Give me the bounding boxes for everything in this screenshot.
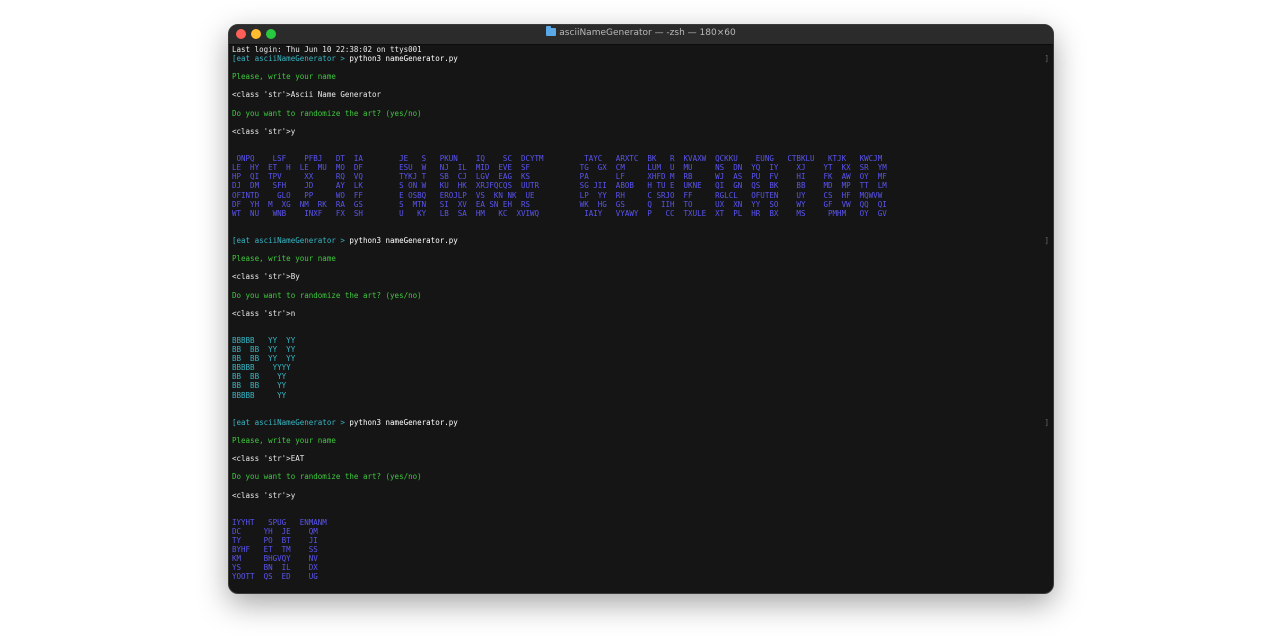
art-line: HP QI TPV XX RQ VQ TYKJ T SB CJ LGV EAG … — [232, 172, 887, 182]
art-line: BBBBB YY YY — [232, 336, 296, 345]
window-title-text: asciiNameGenerator — -zsh — 180×60 — [559, 28, 736, 38]
art-line: BB BB YY YY — [232, 345, 296, 355]
ascii-art-block: BBBBB YY YY BB BB YY YY BB BB YY YY BBBB… — [232, 336, 1045, 400]
art-line: IYYHT SPUG ENMANM — [232, 517, 327, 527]
art-line: ONPQ LSF PFBJ DT IA JE S PKUN IQ SC DCYT… — [232, 154, 883, 164]
name-echo-line: <class 'str'>EAT — [232, 454, 305, 464]
art-line: DF YH M XG NM RK RA GS S MTN SI XV EA SN… — [232, 199, 887, 209]
ask-name-line: Please, write your name — [232, 72, 336, 82]
prompt-text: [eat asciiNameGenerator > — [232, 54, 350, 64]
art-line: TY PO BT JI — [232, 536, 318, 546]
art-line: DC YH JE QM — [232, 526, 318, 536]
art-line: BB BB YY YY — [232, 354, 296, 364]
random-echo-line: <class 'str'>y — [232, 126, 296, 136]
prompt-text: [eat asciiNameGenerator > — [232, 417, 350, 427]
session-1: [eat asciiNameGenerator > python3 nameGe… — [232, 54, 1049, 236]
folder-icon — [546, 26, 557, 36]
ask-random-line: Do you want to randomize the art? (yes/n… — [232, 108, 422, 118]
command-text: python3 nameGenerator.py — [349, 235, 458, 245]
mark-bracket: ] — [1044, 54, 1049, 64]
session-2: [eat asciiNameGenerator > python3 nameGe… — [232, 235, 1049, 418]
random-echo-line: <class 'str'>n — [232, 308, 296, 318]
terminal-window[interactable]: asciiNameGenerator — -zsh — 180×60 Last … — [228, 24, 1054, 594]
art-line: DJ DM SFH JD AY LK S ON W KU HK XRJFQCQS… — [232, 181, 887, 191]
prompt-line: [eat asciiNameGenerator > python3 nameGe… — [232, 235, 1049, 245]
art-line: BB BB YY — [232, 372, 287, 382]
ask-random-line: Do you want to randomize the art? (yes/n… — [232, 472, 422, 482]
ascii-art-block: IYYHT SPUG ENMANM DC YH JE QM TY PO BT J… — [232, 518, 1045, 582]
title-bar[interactable]: asciiNameGenerator — -zsh — 180×60 — [229, 25, 1053, 45]
art-line: YS BN IL DX — [232, 563, 318, 573]
last-login-line: Last login: Thu Jun 10 22:38:02 on ttys0… — [232, 45, 422, 54]
art-line: LE HY ET H LE MU MO DF ESU W NJ IL MID E… — [232, 163, 887, 173]
name-echo-line: <class 'str'>Ascii Name Generator — [232, 90, 382, 100]
art-line: BB BB YY — [232, 381, 287, 391]
window-title: asciiNameGenerator — -zsh — 180×60 — [229, 26, 1053, 38]
ascii-art-block: ONPQ LSF PFBJ DT IA JE S PKUN IQ SC DCYT… — [232, 154, 1045, 218]
random-echo-line: <class 'str'>y — [232, 490, 296, 500]
terminal-output[interactable]: Last login: Thu Jun 10 22:38:02 on ttys0… — [232, 45, 1049, 582]
art-line: YOOTT QS ED UG — [232, 572, 318, 582]
name-echo-line: <class 'str'>By — [232, 272, 300, 282]
command-text: python3 nameGenerator.py — [349, 417, 458, 427]
art-line: BYHF ET TM SS — [232, 545, 318, 555]
mark-bracket: ] — [1044, 235, 1049, 245]
ask-name-line: Please, write your name — [232, 254, 336, 264]
session-3: [eat asciiNameGenerator > python3 nameGe… — [232, 417, 1049, 582]
art-line: BBBBB YYYY — [232, 363, 291, 373]
mark-bracket: ] — [1044, 417, 1049, 427]
art-line: KM BHGVQY NV — [232, 554, 318, 564]
prompt-line: [eat asciiNameGenerator > python3 nameGe… — [232, 417, 1049, 427]
command-text: python3 nameGenerator.py — [349, 54, 458, 64]
ask-random-line: Do you want to randomize the art? (yes/n… — [232, 290, 422, 300]
ask-name-line: Please, write your name — [232, 436, 336, 446]
prompt-line: [eat asciiNameGenerator > python3 nameGe… — [232, 54, 1049, 64]
art-line: BBBBB YY — [232, 390, 287, 400]
prompt-text: [eat asciiNameGenerator > — [232, 235, 350, 245]
art-line: WT NU WNB INXF FX SH U KY LB SA HM KC XV… — [232, 208, 887, 218]
art-line: OFINTD GLO PP WO FF E OSBQ EROJLP VS KN … — [232, 190, 883, 200]
